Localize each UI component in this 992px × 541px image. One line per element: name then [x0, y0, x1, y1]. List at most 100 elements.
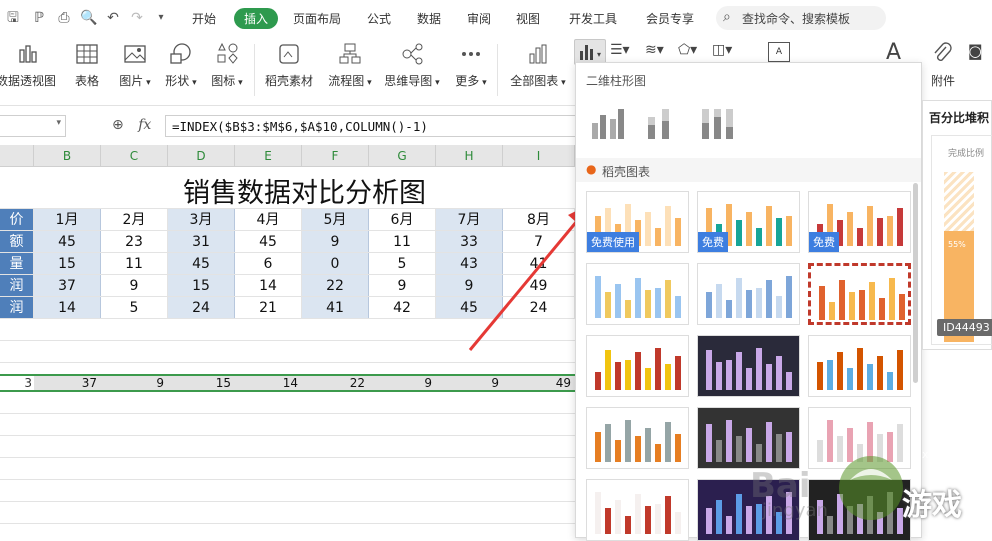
save-icon[interactable]: 🖫 — [4, 9, 22, 27]
menu-page-layout[interactable]: 页面布局 — [293, 10, 341, 27]
selected-cell[interactable]: 22 — [302, 376, 369, 390]
data-cell[interactable]: 23 — [101, 231, 168, 252]
row-label[interactable]: 价 — [0, 209, 34, 230]
stacked-column-option[interactable] — [642, 105, 684, 143]
dropdown-icon[interactable]: ▾ — [152, 9, 170, 27]
selected-row[interactable]: 37 9 15 14 22 9 9 49 — [0, 374, 575, 392]
panel-scrollbar[interactable] — [913, 183, 918, 383]
col-header-d[interactable]: D — [168, 145, 235, 167]
data-cell[interactable]: 6 — [235, 253, 302, 274]
chart-template[interactable] — [808, 335, 911, 397]
menu-developer[interactable]: 开发工具 — [569, 10, 617, 27]
data-cell[interactable]: 0 — [302, 253, 369, 274]
data-cell[interactable]: 22 — [302, 275, 369, 296]
row-label[interactable]: 额 — [0, 231, 34, 252]
chart-template[interactable] — [697, 335, 800, 397]
template-preview-card[interactable]: 百分比堆积 完成比例 55% ID44493 — [922, 100, 992, 350]
icon-button[interactable]: 图标 ▾ — [207, 42, 247, 89]
mindmap-button[interactable]: 思维导图 ▾ — [384, 42, 440, 89]
menu-home[interactable]: 开始 — [192, 10, 216, 27]
format-painter-icon[interactable]: ℙ — [30, 9, 48, 27]
col-header-f[interactable]: F — [302, 145, 369, 167]
more-button[interactable]: 更多 ▾ — [453, 42, 489, 89]
print-icon[interactable]: ⎙ — [55, 9, 73, 27]
selected-cell[interactable]: 9 — [369, 376, 436, 390]
zoom-icon[interactable]: ⊕ — [112, 117, 124, 133]
row-label[interactable]: 润 — [0, 297, 34, 318]
chart-template[interactable] — [697, 263, 800, 325]
data-cell[interactable]: 45 — [34, 231, 101, 252]
chart-template[interactable]: 免费 — [808, 191, 911, 253]
menu-data[interactable]: 数据 — [417, 10, 441, 27]
percent-stacked-column-option[interactable] — [696, 105, 738, 143]
selected-cell[interactable]: 9 — [101, 376, 168, 390]
data-cell[interactable]: 41 — [302, 297, 369, 318]
data-cell[interactable]: 9 — [101, 275, 168, 296]
clustered-column-option[interactable] — [588, 105, 630, 143]
row-selector-cell[interactable]: 3 — [0, 376, 34, 390]
month-header[interactable]: 4月 — [235, 209, 302, 230]
flowchart-button[interactable]: 流程图 ▾ — [326, 42, 374, 89]
col-header-c[interactable]: C — [101, 145, 168, 167]
chart-template[interactable] — [586, 479, 689, 541]
textbox-icon[interactable]: A — [768, 42, 790, 62]
menu-insert[interactable]: 插入 — [234, 8, 279, 29]
redo-icon[interactable]: ↷ — [128, 9, 146, 27]
radar-chart-icon[interactable]: ⬠▾ — [678, 42, 697, 58]
month-header[interactable]: 6月 — [369, 209, 436, 230]
col-header-e[interactable]: E — [235, 145, 302, 167]
docer-material-button[interactable]: 稻壳素材 — [264, 42, 314, 89]
data-cell[interactable]: 5 — [101, 297, 168, 318]
name-box[interactable]: ▾ — [0, 115, 66, 137]
col-header-b[interactable]: B — [34, 145, 101, 167]
selected-cell[interactable]: 15 — [168, 376, 235, 390]
chart-template[interactable] — [586, 407, 689, 469]
print-preview-icon[interactable]: 🔍 — [80, 9, 98, 27]
data-cell[interactable]: 15 — [168, 275, 235, 296]
all-charts-button[interactable]: 全部图表 ▾ — [508, 42, 568, 89]
selected-cell[interactable]: 37 — [34, 376, 101, 390]
selected-cell[interactable]: 14 — [235, 376, 302, 390]
search-input[interactable]: ⌕ 查找命令、搜索模板 — [716, 6, 886, 30]
data-cell[interactable]: 14 — [235, 275, 302, 296]
area-chart-icon[interactable]: ◫▾ — [712, 42, 732, 58]
table-button[interactable]: 表格 — [72, 42, 102, 89]
chart-template[interactable] — [586, 335, 689, 397]
data-cell[interactable]: 24 — [168, 297, 235, 318]
undo-icon[interactable]: ↶ — [104, 9, 122, 27]
col-header-h[interactable]: H — [436, 145, 503, 167]
bar-chart-icon[interactable]: ☰▾ — [610, 42, 630, 58]
formula-input[interactable]: =INDEX($B$3:$M$6,$A$10,COLUMN()-1) — [165, 115, 580, 137]
picture-button[interactable]: 图片 ▾ — [117, 42, 153, 89]
shape-button[interactable]: 形状 ▾ — [161, 42, 201, 89]
col-header-g[interactable]: G — [369, 145, 436, 167]
chart-template[interactable] — [586, 263, 689, 325]
data-cell[interactable]: 11 — [369, 231, 436, 252]
row-label[interactable]: 润 — [0, 275, 34, 296]
data-cell[interactable]: 9 — [302, 231, 369, 252]
menu-formulas[interactable]: 公式 — [367, 10, 391, 27]
data-cell[interactable]: 45 — [235, 231, 302, 252]
menu-member[interactable]: 会员专享 — [646, 10, 694, 27]
camera-icon[interactable]: ◙ — [968, 42, 983, 60]
month-header[interactable]: 3月 — [168, 209, 235, 230]
data-cell[interactable]: 14 — [34, 297, 101, 318]
data-cell[interactable]: 31 — [168, 231, 235, 252]
month-header[interactable]: 1月 — [34, 209, 101, 230]
chart-template[interactable]: 免费 — [697, 191, 800, 253]
data-cell[interactable]: 9 — [369, 275, 436, 296]
chart-template[interactable] — [808, 263, 911, 325]
selected-cell[interactable]: 9 — [436, 376, 503, 390]
col-header-i[interactable]: I — [503, 145, 575, 167]
data-cell[interactable]: 45 — [168, 253, 235, 274]
data-cell[interactable]: 5 — [369, 253, 436, 274]
menu-view[interactable]: 视图 — [516, 10, 540, 27]
data-cell[interactable]: 37 — [34, 275, 101, 296]
fx-icon[interactable]: fx — [138, 117, 151, 133]
menu-review[interactable]: 审阅 — [467, 10, 491, 27]
data-cell[interactable]: 15 — [34, 253, 101, 274]
row-label[interactable]: 量 — [0, 253, 34, 274]
chart-template[interactable]: 免费使用 — [586, 191, 689, 253]
month-header[interactable]: 2月 — [101, 209, 168, 230]
pivot-chart-button[interactable]: 数据透视图 — [0, 42, 56, 89]
